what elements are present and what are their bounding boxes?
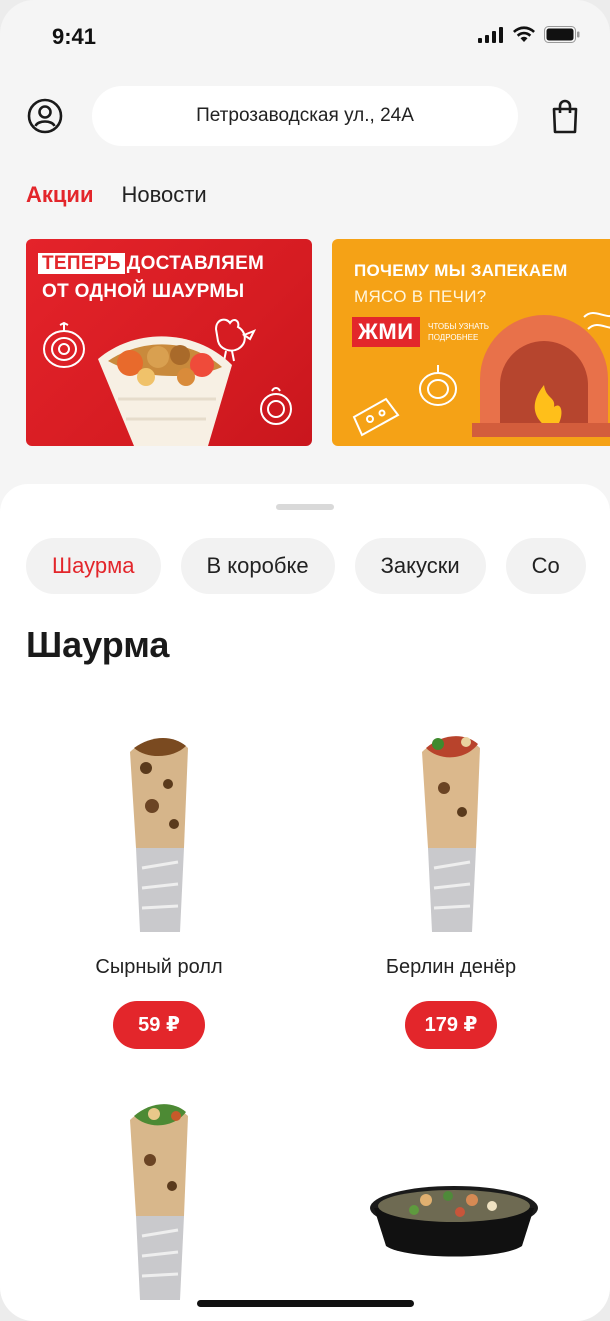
section-title: Шаурма: [26, 624, 170, 665]
address-text: Петрозаводская ул., 24А: [196, 105, 414, 126]
status-time: 9:41: [52, 24, 97, 49]
shawarma-illustration: [43, 318, 292, 446]
oven-illustration: [352, 311, 610, 437]
top-tabs: Акции Новости: [26, 182, 207, 208]
wifi-icon: [513, 26, 535, 42]
profile-button[interactable]: [26, 97, 64, 135]
product-card[interactable]: [326, 1096, 576, 1306]
menu-sheet: Шаурма В коробке Закуски Со Шаурма Сырны…: [0, 484, 610, 1321]
product-image: [326, 1096, 576, 1306]
price-button[interactable]: 59 ₽: [113, 1001, 205, 1049]
signal-icon: [478, 26, 503, 43]
home-indicator[interactable]: [197, 1300, 414, 1307]
product-name: Берлин денёр: [385, 956, 517, 978]
category-tabs: Шаурма В коробке Закуски Со: [26, 538, 586, 594]
battery-icon: [544, 26, 580, 43]
tab-promotions[interactable]: Акции: [26, 182, 93, 208]
promo-banner-oven[interactable]: ПОЧЕМУ МЫ ЗАПЕКАЕМ МЯСО В ПЕЧИ? ЖМИ ЧТОБ…: [332, 239, 610, 446]
product-card[interactable]: Берлин денёр 179 ₽: [326, 728, 576, 1049]
product-image: [326, 728, 576, 938]
category-tab-shawarma[interactable]: Шаурма: [26, 538, 161, 594]
category-tab-more[interactable]: Со: [505, 538, 586, 594]
product-image: [34, 728, 284, 938]
category-tab-box[interactable]: В коробке: [180, 538, 335, 594]
app-screen: 9:41 Петрозаводская ул., 24А Акции Новос…: [0, 0, 610, 1321]
price-button[interactable]: 179 ₽: [404, 1001, 498, 1049]
cart-button[interactable]: [546, 96, 584, 136]
address-selector[interactable]: Петрозаводская ул., 24А: [92, 86, 518, 146]
product-name: Сырный ролл: [95, 956, 223, 978]
product-image: [34, 1096, 284, 1306]
product-card[interactable]: Сырный ролл 59 ₽: [34, 728, 284, 1049]
promo-banners: ТЕПЕРЬ ДОСТАВЛЯЕМ ОТ ОДНОЙ ШАУРМЫ ПОЧЕМУ…: [26, 239, 610, 446]
shopping-bag-icon: [552, 99, 578, 134]
product-card[interactable]: [34, 1096, 284, 1306]
promo-banner-delivery[interactable]: ТЕПЕРЬ ДОСТАВЛЯЕМ ОТ ОДНОЙ ШАУРМЫ: [26, 239, 312, 446]
user-icon: [27, 98, 63, 134]
status-icons: [478, 26, 580, 43]
tab-news[interactable]: Новости: [121, 182, 206, 208]
category-tab-snacks[interactable]: Закуски: [354, 538, 486, 594]
sheet-grabber[interactable]: [276, 504, 334, 510]
